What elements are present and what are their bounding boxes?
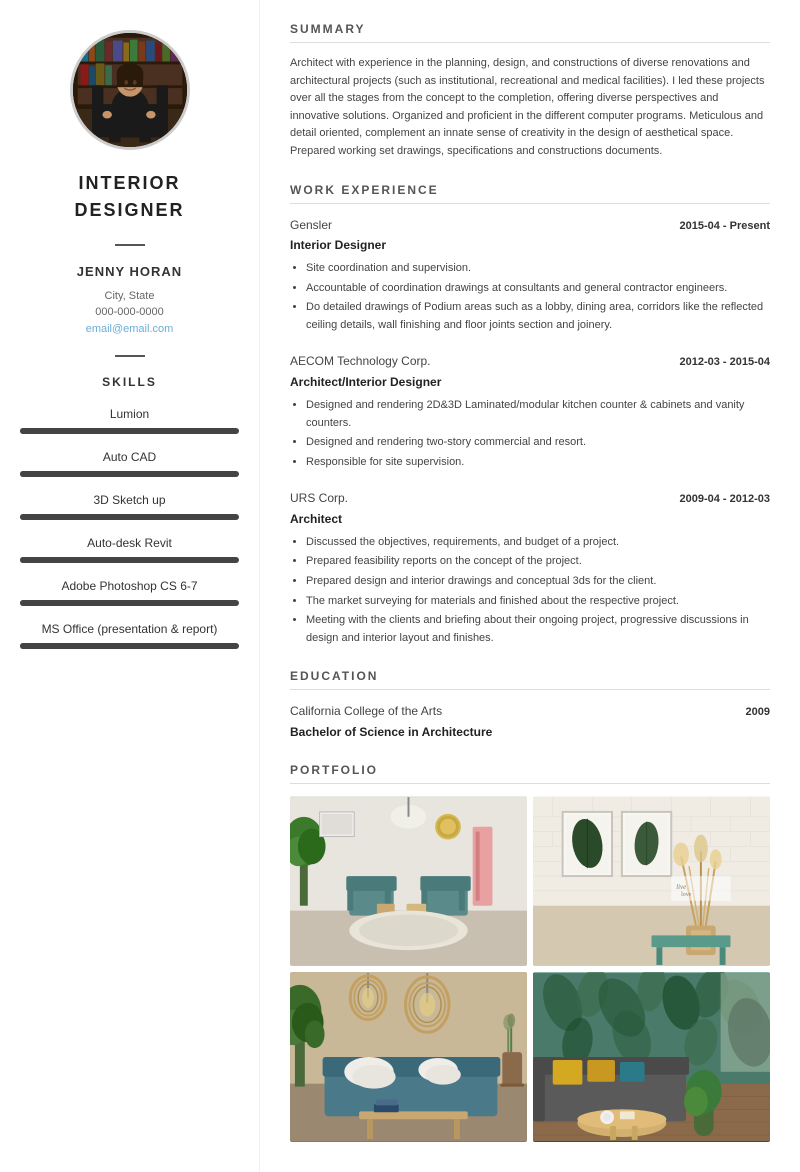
portfolio-scene-3 — [290, 972, 527, 1142]
work-dates: 2015-04 - Present — [680, 218, 771, 235]
skill-name: 3D Sketch up — [20, 491, 239, 509]
company-name: Gensler — [290, 216, 332, 234]
work-bullets: Site coordination and supervision. Accoun… — [290, 260, 770, 334]
skill-bar-bg — [20, 600, 239, 606]
email: email@email.com — [86, 321, 174, 338]
portfolio-scene-2: live love — [533, 796, 770, 966]
edu-entry-wrapper: California College of the Arts 2009 Bach… — [290, 702, 770, 741]
portfolio-img-3 — [290, 972, 527, 1142]
portfolio-img-4 — [533, 972, 770, 1142]
avatar-placeholder — [73, 33, 187, 147]
skill-bar-fill — [20, 514, 213, 520]
skill-bar-bg — [20, 471, 239, 477]
work-bullets: Designed and rendering 2D&3D Laminated/m… — [290, 397, 770, 471]
summary-title: SUMMARY — [290, 20, 770, 43]
skill-bar-bg — [20, 428, 239, 434]
skill-item: Auto-desk Revit — [20, 534, 239, 563]
skill-name: MS Office (presentation & report) — [20, 620, 239, 638]
company-name: URS Corp. — [290, 489, 348, 507]
portfolio-grid: live love — [290, 796, 770, 1142]
skill-name: Lumion — [20, 405, 239, 423]
person-name: JENNY HORAN — [77, 262, 182, 282]
work-header: AECOM Technology Corp. 2012-03 - 2015-04 — [290, 352, 770, 371]
skill-bar-bg — [20, 514, 239, 520]
svg-text:live: live — [676, 884, 686, 891]
bullet-item: Discussed the objectives, requirements, … — [306, 534, 770, 552]
edu-entry: California College of the Arts 2009 — [290, 702, 770, 721]
skill-bar-bg — [20, 557, 239, 563]
bullet-item: Responsible for site supervision. — [306, 454, 770, 472]
work-entries: Gensler 2015-04 - Present Interior Desig… — [290, 216, 770, 648]
skills-section: SKILLS Lumion Auto CAD 3D Sketch up Auto… — [20, 373, 239, 663]
portfolio-title: PORTFOLIO — [290, 761, 770, 784]
work-header: URS Corp. 2009-04 - 2012-03 — [290, 489, 770, 508]
edu-degree: Bachelor of Science in Architecture — [290, 723, 770, 741]
work-experience-title: WORK EXPERIENCE — [290, 181, 770, 204]
skill-bar-fill — [20, 600, 206, 606]
work-entry: Gensler 2015-04 - Present Interior Desig… — [290, 216, 770, 335]
bullet-item: Meeting with the clients and briefing ab… — [306, 612, 770, 647]
work-role: Architect — [290, 510, 770, 528]
bullet-item: Designed and rendering 2D&3D Laminated/m… — [306, 397, 770, 432]
location: City, State — [105, 288, 155, 305]
skill-item: Auto CAD — [20, 448, 239, 477]
bullet-item: Do detailed drawings of Podium areas suc… — [306, 299, 770, 334]
svg-text:love: love — [681, 892, 692, 898]
education-title: EDUCATION — [290, 667, 770, 690]
work-role: Interior Designer — [290, 236, 770, 254]
resume-container: INTERIOR DESIGNER JENNY HORAN City, Stat… — [0, 0, 800, 1172]
portfolio-img-2: live love — [533, 796, 770, 966]
bullet-item: The market surveying for materials and f… — [306, 593, 770, 611]
bullet-item: Site coordination and supervision. — [306, 260, 770, 278]
skill-bar-fill — [20, 428, 217, 434]
bullet-item: Prepared feasibility reports on the conc… — [306, 553, 770, 571]
skill-name: Auto CAD — [20, 448, 239, 466]
edu-year: 2009 — [746, 704, 770, 721]
skill-bar-fill — [20, 471, 206, 477]
job-title: INTERIOR DESIGNER — [20, 170, 239, 224]
work-dates: 2009-04 - 2012-03 — [679, 491, 770, 508]
portfolio-scene-4 — [533, 972, 770, 1142]
skill-item: 3D Sketch up — [20, 491, 239, 520]
skill-bar-fill — [20, 643, 200, 649]
skills-title: SKILLS — [20, 373, 239, 391]
skill-item: MS Office (presentation & report) — [20, 620, 239, 649]
phone: 000-000-0000 — [95, 304, 164, 321]
skill-item: Adobe Photoshop CS 6-7 — [20, 577, 239, 606]
bullet-item: Designed and rendering two-story commerc… — [306, 434, 770, 452]
skills-list: Lumion Auto CAD 3D Sketch up Auto-desk R… — [20, 405, 239, 649]
work-entry: URS Corp. 2009-04 - 2012-03 Architect Di… — [290, 489, 770, 647]
work-dates: 2012-03 - 2015-04 — [679, 354, 770, 371]
company-name: AECOM Technology Corp. — [290, 352, 431, 370]
skill-name: Adobe Photoshop CS 6-7 — [20, 577, 239, 595]
divider-2 — [115, 355, 145, 357]
work-header: Gensler 2015-04 - Present — [290, 216, 770, 235]
avatar — [70, 30, 190, 150]
skill-item: Lumion — [20, 405, 239, 434]
bullet-item: Prepared design and interior drawings an… — [306, 573, 770, 591]
edu-entries: California College of the Arts 2009 Bach… — [290, 702, 770, 741]
skill-bar-bg — [20, 643, 239, 649]
skill-bar-fill — [20, 557, 195, 563]
skill-name: Auto-desk Revit — [20, 534, 239, 552]
main-content: SUMMARY Architect with experience in the… — [260, 0, 800, 1172]
sidebar: INTERIOR DESIGNER JENNY HORAN City, Stat… — [0, 0, 260, 1172]
edu-school: California College of the Arts — [290, 702, 442, 720]
work-entry: AECOM Technology Corp. 2012-03 - 2015-04… — [290, 352, 770, 471]
work-role: Architect/Interior Designer — [290, 373, 770, 391]
portfolio-scene-1 — [290, 796, 527, 966]
divider-1 — [115, 244, 145, 246]
bullet-item: Accountable of coordination drawings at … — [306, 280, 770, 298]
portfolio-img-1 — [290, 796, 527, 966]
work-bullets: Discussed the objectives, requirements, … — [290, 534, 770, 648]
summary-text: Architect with experience in the plannin… — [290, 55, 770, 161]
